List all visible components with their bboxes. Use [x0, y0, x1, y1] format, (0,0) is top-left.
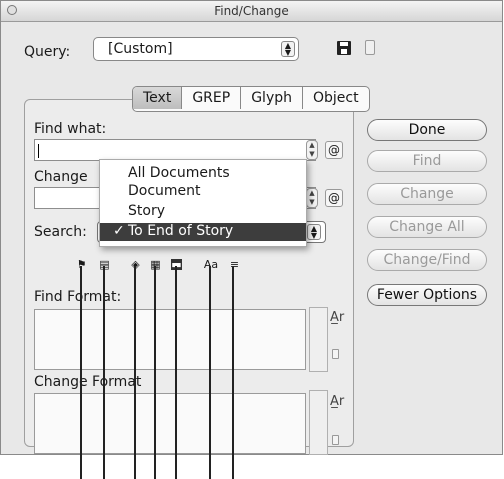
search-label: Search:: [34, 224, 87, 240]
clear-find-format-icon[interactable]: [332, 349, 339, 359]
chevron-updown-icon: ▲ ▼: [307, 224, 321, 240]
change-format-label: Change Format: [34, 374, 142, 390]
specify-change-format-icon[interactable]: A̲r: [330, 394, 344, 409]
search-scope-menu: All Documents Document Story ✓ To End of…: [99, 159, 307, 247]
callout-line: [103, 266, 105, 479]
find-what-history-stepper[interactable]: ▲ ▼: [306, 140, 318, 160]
change-to-label: Change: [34, 169, 88, 185]
whole-word-icon[interactable]: ≡: [229, 259, 240, 270]
callout-line: [232, 266, 234, 479]
tab-text[interactable]: Text: [133, 87, 183, 109]
tab-bar: Text GREP Glyph Object: [132, 86, 370, 112]
callout-line: [209, 266, 211, 479]
callout-line: [154, 266, 156, 479]
chevron-updown-icon: ▲ ▼: [281, 41, 295, 57]
find-change-window: Find/Change Query: [Custom] ▲ ▼ Text GREP…: [0, 0, 503, 455]
checkmark-icon: ✓: [113, 223, 125, 239]
find-what-label: Find what:: [34, 121, 107, 137]
callout-line: [134, 266, 136, 479]
callout-line: [80, 266, 82, 479]
find-format-controls: [309, 307, 328, 372]
floppy-disk-icon[interactable]: [337, 41, 351, 55]
special-characters-icon[interactable]: @: [325, 189, 343, 207]
title-bar[interactable]: Find/Change: [1, 1, 502, 22]
find-format-box[interactable]: [34, 309, 306, 370]
menu-item-all-documents[interactable]: All Documents: [100, 165, 306, 183]
menu-item-to-end-of-story[interactable]: ✓ To End of Story: [100, 223, 306, 241]
tab-object[interactable]: Object: [303, 87, 369, 109]
find-what-field[interactable]: [34, 139, 316, 161]
find-button[interactable]: Find: [367, 150, 487, 172]
change-to-history-stepper[interactable]: ▲ ▼: [306, 188, 318, 208]
find-format-label: Find Format:: [34, 289, 122, 305]
tab-glyph[interactable]: Glyph: [241, 87, 303, 109]
fewer-options-button[interactable]: Fewer Options: [367, 284, 487, 306]
change-format-controls: [309, 390, 328, 455]
change-all-button[interactable]: Change All: [367, 216, 487, 238]
menu-item-document[interactable]: Document: [100, 183, 306, 201]
menu-item-label: To End of Story: [128, 223, 234, 239]
clear-change-format-icon[interactable]: [332, 435, 339, 445]
window-title: Find/Change: [214, 4, 289, 18]
callout-line: [175, 266, 177, 479]
trash-icon[interactable]: [365, 40, 375, 55]
case-sensitive-icon[interactable]: Aa: [202, 259, 220, 270]
special-characters-icon[interactable]: @: [325, 141, 343, 159]
query-select[interactable]: [Custom] ▲ ▼: [93, 37, 299, 61]
tab-grep[interactable]: GREP: [182, 87, 242, 109]
menu-item-story[interactable]: Story: [100, 203, 306, 221]
specify-find-format-icon[interactable]: A̲r: [330, 310, 344, 325]
change-button[interactable]: Change: [367, 183, 487, 205]
done-button[interactable]: Done: [367, 119, 487, 141]
change-format-box[interactable]: [34, 393, 306, 454]
change-find-button[interactable]: Change/Find: [367, 249, 487, 271]
query-label: Query:: [24, 44, 71, 60]
query-value: [Custom]: [108, 41, 173, 57]
text-caret: [38, 144, 39, 158]
